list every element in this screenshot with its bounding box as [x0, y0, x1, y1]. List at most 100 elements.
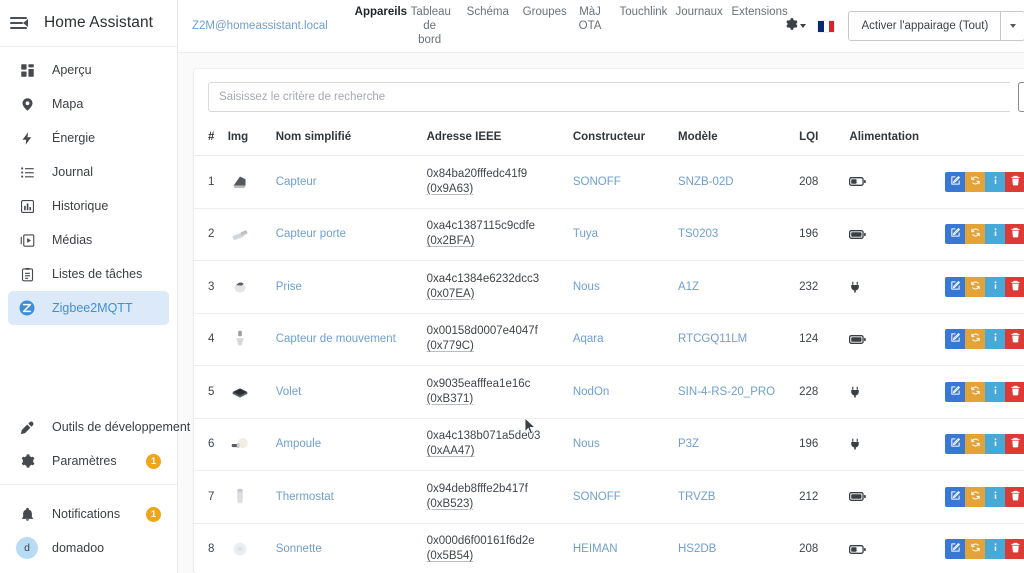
model-link[interactable]: TRVZB	[678, 491, 716, 503]
manufacturer-link[interactable]: SONOFF	[573, 176, 621, 188]
device-name-link[interactable]: Capteur	[276, 176, 317, 188]
device-name-link[interactable]: Prise	[276, 281, 302, 293]
sidebar-item-outils-de-developpement[interactable]: Outils de développement	[8, 410, 190, 444]
delete-button[interactable]	[1005, 486, 1024, 507]
device-name-link[interactable]: Volet	[276, 386, 302, 398]
column-header-friendly-name[interactable]: Nom simplifié	[271, 123, 423, 156]
manufacturer-link[interactable]: SONOFF	[573, 491, 621, 503]
sidebar-item-journal[interactable]: Journal	[8, 155, 169, 189]
manufacturer-link[interactable]: HEIMAN	[573, 543, 618, 555]
model-link[interactable]: SNZB-02D	[678, 176, 734, 188]
table-row[interactable]: 7 Thermostat 0x94deb8fffe2b417f (0xB523) SON…	[194, 470, 1024, 524]
delete-button[interactable]	[1005, 171, 1024, 192]
table-row[interactable]: 6 Ampoule 0xa4c138b071a5de03 (0xAA47) Nous P3…	[194, 418, 1024, 471]
sidebar-item-user-domadoo[interactable]: d domadoo	[8, 531, 169, 565]
manufacturer-link[interactable]: Nous	[573, 281, 600, 293]
search-input[interactable]	[219, 91, 1001, 103]
sidebar-item-listes-de-taches[interactable]: Listes de tâches	[8, 257, 169, 291]
column-header-index[interactable]: #	[194, 123, 224, 156]
table-row[interactable]: 4 Capteur de mouvement 0x00158d0007e4047f (…	[194, 313, 1024, 366]
device-name-link[interactable]: Capteur porte	[276, 228, 346, 240]
manufacturer-link[interactable]: Aqara	[573, 333, 604, 345]
tab-touchlink[interactable]: Touchlink	[610, 5, 667, 19]
edit-button[interactable]	[945, 329, 966, 350]
delete-button[interactable]	[1005, 224, 1024, 245]
edit-button[interactable]	[945, 224, 966, 245]
model-link[interactable]: HS2DB	[678, 543, 716, 555]
reconnect-button[interactable]	[965, 434, 986, 455]
hamburger-icon[interactable]	[10, 12, 32, 34]
tab-appareils[interactable]: Appareils	[346, 5, 407, 19]
tab-groupes[interactable]: Groupes	[514, 5, 570, 19]
manufacturer-link[interactable]: Tuya	[573, 228, 598, 240]
tab-schema[interactable]: Schéma	[458, 5, 514, 19]
reconnect-button[interactable]	[965, 539, 986, 560]
edit-button[interactable]	[945, 486, 966, 507]
model-link[interactable]: P3Z	[678, 438, 699, 450]
info-button[interactable]	[985, 381, 1006, 402]
column-header-ieee-address[interactable]: Adresse IEEE	[422, 123, 569, 156]
french-flag-icon[interactable]	[818, 20, 835, 32]
column-header-power[interactable]: Alimentation	[845, 123, 942, 156]
tab-tableau-de-bord[interactable]: Tableau de bord	[402, 5, 458, 47]
sidebar-item-notifications[interactable]: Notifications 1	[8, 497, 169, 531]
reconnect-button[interactable]	[965, 381, 986, 402]
tab-maj-ota[interactable]: MàJ OTA	[570, 5, 611, 33]
reconnect-button[interactable]	[965, 486, 986, 507]
permit-join-select[interactable]: Activer l'appairage (Tout)	[848, 11, 1002, 41]
model-link[interactable]: RTCGQ11LM	[678, 333, 747, 345]
sidebar-item-mapa[interactable]: Mapa	[8, 87, 169, 121]
edit-button[interactable]	[945, 171, 966, 192]
delete-button[interactable]	[1005, 276, 1024, 297]
delete-button[interactable]	[1005, 539, 1024, 560]
info-button[interactable]	[985, 434, 1006, 455]
sidebar-item-apercu[interactable]: Aperçu	[8, 53, 169, 87]
table-row[interactable]: 2 Capteur porte 0xa4c1387115c9cdfe (0x2BFA)…	[194, 208, 1024, 261]
device-name-link[interactable]: Thermostat	[276, 491, 334, 503]
table-row[interactable]: 1 Capteur 0x84ba20fffedc41f9 (0x9A63) SONOFF…	[194, 155, 1024, 209]
column-header-lqi[interactable]: LQI	[795, 123, 846, 156]
info-button[interactable]	[985, 329, 1006, 350]
tab-journaux[interactable]: Journaux	[666, 5, 722, 19]
sidebar-item-medias[interactable]: Médias	[8, 223, 169, 257]
info-button[interactable]	[985, 276, 1006, 297]
reconnect-button[interactable]	[965, 224, 986, 245]
column-header-image[interactable]: Img	[223, 123, 272, 156]
column-header-manufacturer[interactable]: Constructeur	[568, 123, 674, 156]
model-link[interactable]: A1Z	[678, 281, 699, 293]
delete-button[interactable]	[1005, 381, 1024, 402]
table-row[interactable]: 3 Prise 0xa4c1384e6232dcc3 (0x07EA) Nous A1Z 2…	[194, 260, 1024, 314]
info-button[interactable]	[985, 171, 1006, 192]
edit-button[interactable]	[945, 434, 966, 455]
info-button[interactable]	[985, 486, 1006, 507]
table-row[interactable]: 8 Sonnette 0x000d6f00161f6d2e (0x5B54) HEIMA…	[194, 523, 1024, 573]
manufacturer-link[interactable]: NodOn	[573, 386, 609, 398]
device-name-link[interactable]: Sonnette	[276, 543, 322, 555]
model-link[interactable]: TS0203	[678, 228, 718, 240]
device-name-link[interactable]: Capteur de mouvement	[276, 333, 396, 345]
edit-button[interactable]	[945, 539, 966, 560]
permit-join-dropdown-toggle[interactable]	[1001, 11, 1024, 41]
column-header-model[interactable]: Modèle	[673, 123, 796, 156]
delete-button[interactable]	[1005, 434, 1024, 455]
reconnect-button[interactable]	[965, 171, 986, 192]
info-button[interactable]	[985, 224, 1006, 245]
manufacturer-link[interactable]: Nous	[573, 438, 600, 450]
table-row[interactable]: 5 Volet 0x9035eafffea1e16c (0xB371) NodOn SIN…	[194, 365, 1024, 419]
edit-button[interactable]	[945, 381, 966, 402]
sidebar-item-zigbee2mqtt[interactable]: Zigbee2MQTT	[8, 291, 169, 325]
sidebar-item-energie[interactable]: Énergie	[8, 121, 169, 155]
sidebar-item-parametres[interactable]: Paramètres 1	[8, 444, 169, 478]
edit-button[interactable]	[945, 276, 966, 297]
reconnect-button[interactable]	[965, 276, 986, 297]
model-link[interactable]: SIN-4-RS-20_PRO	[678, 386, 775, 398]
device-name-link[interactable]: Ampoule	[276, 438, 321, 450]
info-button[interactable]	[985, 539, 1006, 560]
clear-search-button[interactable]: ✕	[1018, 82, 1024, 112]
z2m-brand-link[interactable]: Z2M@homeassistant.local	[192, 20, 328, 32]
settings-menu-button[interactable]	[784, 17, 807, 36]
delete-button[interactable]	[1005, 329, 1024, 350]
reconnect-button[interactable]	[965, 329, 986, 350]
tab-extensions[interactable]: Extensions	[722, 5, 787, 19]
sidebar-item-historique[interactable]: Historique	[8, 189, 169, 223]
